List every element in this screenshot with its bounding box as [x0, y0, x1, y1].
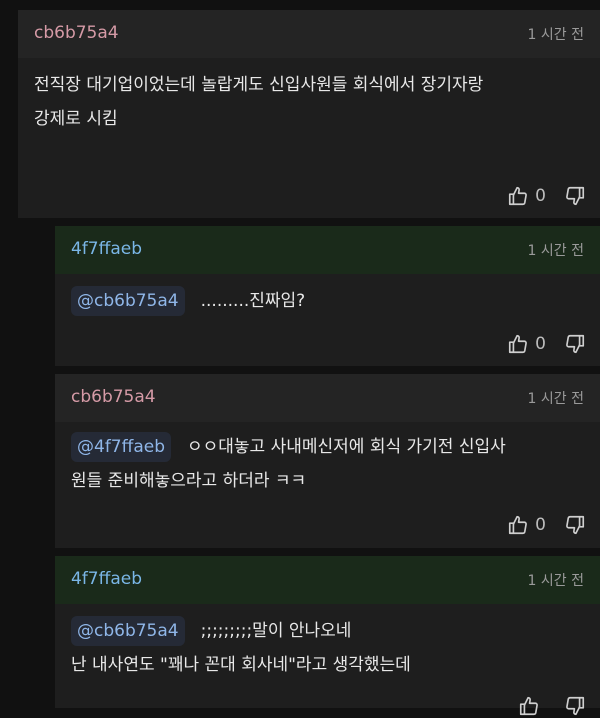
- reply-card: cb6b75a4 1 시간 전 @4f7ffaeb ㅇㅇ대놓고 사내메신저에 회식…: [55, 374, 600, 548]
- mention-tag[interactable]: @4f7ffaeb: [71, 432, 171, 462]
- comment-body: @cb6b75a4 ;;;;;;;;;말이 안나오네 난 내사연도 "꽤나 꼰대 …: [71, 614, 584, 682]
- comment-header: cb6b75a4 1 시간 전: [18, 10, 600, 58]
- thumbs-up-icon[interactable]: [518, 695, 540, 717]
- reply-card: 4f7ffaeb 1 시간 전 @cb6b75a4 .........진짜임? 0: [55, 226, 600, 366]
- thumbs-down-icon[interactable]: [564, 185, 586, 207]
- thumbs-down-icon[interactable]: [564, 695, 586, 717]
- thumbs-up-icon[interactable]: [507, 514, 529, 536]
- like-count: 0: [535, 515, 546, 535]
- like-count: 0: [535, 334, 546, 354]
- vote-bar: 0: [507, 332, 586, 356]
- comment-time: 1 시간 전: [527, 573, 584, 589]
- thumbs-down-icon[interactable]: [564, 514, 586, 536]
- comment-body: @4f7ffaeb ㅇㅇ대놓고 사내메신저에 회식 가기전 신입사 원들 준비해놓…: [71, 430, 584, 498]
- comment-author[interactable]: 4f7ffaeb: [71, 239, 142, 259]
- vote-bar: [518, 694, 586, 718]
- comment-header: 4f7ffaeb 1 시간 전: [55, 226, 600, 274]
- comment-time: 1 시간 전: [527, 243, 584, 259]
- thumbs-up-icon[interactable]: [507, 185, 529, 207]
- comment-author[interactable]: 4f7ffaeb: [71, 569, 142, 589]
- comment-card: cb6b75a4 1 시간 전 전직장 대기업이었는데 놀랍게도 신입사원들 회…: [18, 10, 600, 218]
- reply-card: 4f7ffaeb 1 시간 전 @cb6b75a4 ;;;;;;;;;말이 안나오…: [55, 556, 600, 716]
- mention-tag[interactable]: @cb6b75a4: [71, 616, 185, 646]
- comment-header: cb6b75a4 1 시간 전: [55, 374, 600, 422]
- comment-body: 전직장 대기업이었는데 놀랍게도 신입사원들 회식에서 장기자랑 강제로 시킴: [34, 75, 484, 129]
- comment-time: 1 시간 전: [527, 391, 584, 407]
- comment-body: @cb6b75a4 .........진짜임?: [71, 284, 584, 318]
- comment-time: 1 시간 전: [527, 27, 584, 43]
- comment-author[interactable]: cb6b75a4: [34, 23, 119, 43]
- vote-bar: 0: [507, 513, 586, 537]
- thumbs-down-icon[interactable]: [564, 333, 586, 355]
- thumbs-up-icon[interactable]: [507, 333, 529, 355]
- like-count: 0: [535, 186, 546, 206]
- vote-bar: 0: [507, 184, 586, 208]
- comment-author[interactable]: cb6b75a4: [71, 387, 156, 407]
- comment-header: 4f7ffaeb 1 시간 전: [55, 556, 600, 604]
- mention-tag[interactable]: @cb6b75a4: [71, 286, 185, 316]
